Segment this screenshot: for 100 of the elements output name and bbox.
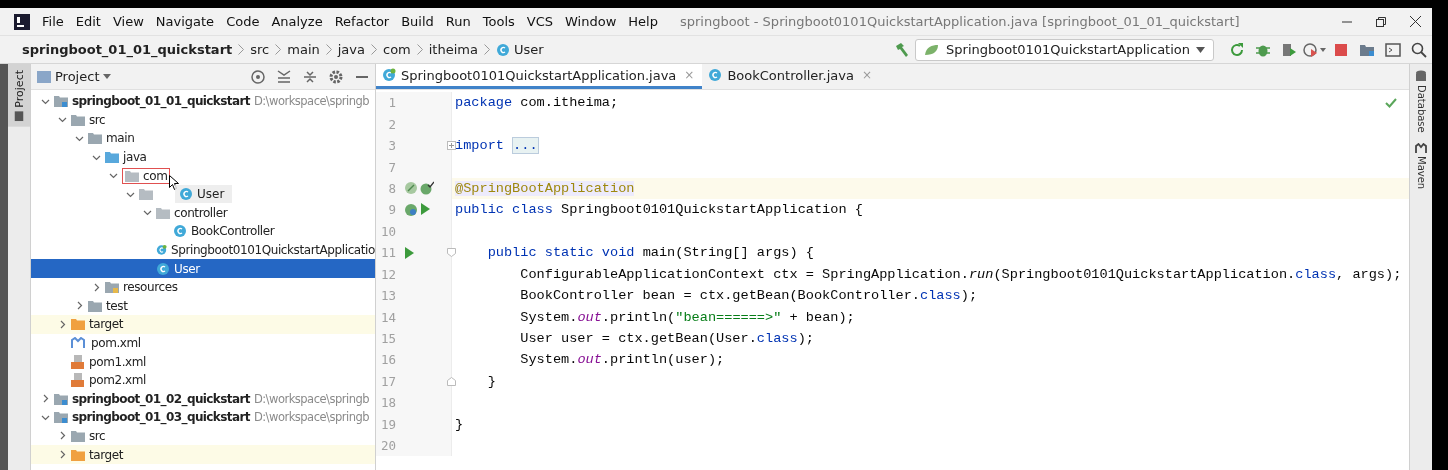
tree-item-label[interactable]: main [106,131,135,146]
menu-item[interactable]: File [36,14,70,29]
line-number: 19 [379,416,396,432]
line-number: 8 [387,180,396,196]
code-line: } [486,373,496,389]
tree-row[interactable]: pom2.xml [31,370,375,390]
menu-item[interactable]: Tools [476,14,521,29]
line-number: 10 [379,223,396,239]
line-number: 18 [379,395,396,411]
tree-row[interactable]: User [31,184,375,204]
menu-item[interactable]: Build [395,14,440,29]
code-line: System.out.println("bean======>" + bean); [519,309,855,325]
tree-row[interactable]: BookController [31,222,375,241]
tree-row[interactable]: springboot_01_03_quickstart D:\workspace\springb [31,408,375,427]
menu-item[interactable]: Window [559,14,623,29]
tree-item-label[interactable]: springboot_01_02_quickstart [72,391,250,406]
breadcrumb[interactable]: java [337,42,365,57]
tree-item-label[interactable]: com [143,168,168,183]
tree-item-label[interactable]: target [89,317,124,332]
tree-row[interactable]: controller [31,203,375,223]
tree-row[interactable]: target [31,445,375,464]
tree-item-label[interactable]: src [89,429,106,443]
menu-item[interactable]: Analyze [265,14,329,29]
drag-preview-label: User [197,186,225,201]
tree-item-label[interactable]: pom2.xml [89,373,147,388]
run-configuration-dropdown[interactable]: Springboot0101QuickstartApplication [915,38,1214,61]
tree-item-label[interactable]: target [89,447,124,462]
tree-item-label[interactable]: test [106,298,128,313]
menu-item[interactable]: Code [220,14,266,29]
menu-item[interactable]: Edit [69,14,107,29]
tree-item-label[interactable]: src [89,112,106,127]
tree-item-label[interactable]: User [174,261,200,276]
breadcrumb[interactable]: springboot_01_01_quickstart [22,42,233,57]
tree-row[interactable]: src [31,426,375,446]
tree-row[interactable]: pom1.xml [31,352,375,371]
line-number: 2 [387,116,396,132]
tree-row[interactable]: springboot_01_01_quickstart D:\workspace\springb [31,92,375,111]
tree-row[interactable]: pom.xml [31,333,375,353]
editor-tab[interactable]: BookController.java × [702,64,880,89]
line-number: 13 [379,288,396,304]
breadcrumb[interactable]: main [287,42,320,57]
tree-row[interactable]: target [31,315,375,334]
menu-item[interactable]: Navigate [149,14,221,29]
module-path: D:\workspace\springb [253,410,370,425]
side-tool-tab[interactable]: Maven [1415,142,1427,189]
breadcrumb[interactable]: com [383,42,411,57]
line-number: 3 [387,138,396,154]
tree-row[interactable]: main [31,129,375,148]
line-number: 16 [379,352,396,368]
selected-tree-row[interactable]: User [31,259,375,278]
menu-item[interactable]: Run [439,14,477,29]
code-line: import ... [455,138,539,154]
tree-item-label[interactable]: java [123,150,147,165]
line-number: 20 [379,438,396,454]
tree-item-label[interactable]: pom1.xml [89,354,147,369]
tree-item-label[interactable]: springboot_01_01_quickstart [72,94,250,109]
tree-row[interactable]: src [31,110,375,130]
breadcrumb[interactable]: src [250,42,270,57]
code-line: public static void main(String[] args) { [486,245,814,261]
code-line: BookController bean = ctx.getBean(BookController.class); [519,288,978,304]
editor-tab[interactable]: Springboot0101QuickstartApplication.java × [376,64,703,89]
code-line: } [455,416,464,432]
code-line: package com.itheima; [455,95,619,111]
menu-item[interactable]: Help [622,14,664,29]
code-line: User user = ctx.getBean(User.class); [519,331,814,347]
tree-row[interactable]: com [31,166,375,185]
tree-row[interactable]: resources [31,277,375,297]
line-number: 14 [379,309,396,325]
line-number: 15 [379,331,396,347]
code-line: ConfigurableApplicationContext ctx = SpringApplication.run(Springboot0101QuickstartApplication.class, args); [519,266,1402,282]
breadcrumb[interactable]: itheima [428,42,478,57]
line-number: 1 [387,95,396,111]
project-tool-tab[interactable]: Project [8,64,30,127]
side-tool-tab[interactable]: Database [1415,70,1427,133]
tree-item-label[interactable]: BookController [191,224,275,239]
tree-item-label[interactable]: Springboot0101QuickstartApplicatio [171,243,375,258]
line-number: 9 [387,202,396,218]
module-path: D:\workspace\springb [253,94,370,109]
project-view-dropdown[interactable]: Project [37,69,112,84]
tree-row[interactable]: springboot_01_02_quickstart D:\workspace\springb [31,389,375,409]
window-title: springboot - Springboot0101QuickstartApplication.java [springboot_01_01_quickstart] [679,14,1241,29]
code-line: public class Springboot0101QuickstartApplication { [455,202,863,218]
line-number: 7 [387,159,396,175]
menu-item[interactable]: Refactor [328,14,396,29]
tree-item-label[interactable]: controller [174,205,228,220]
tree-row[interactable]: test [31,296,375,316]
tree-row[interactable]: java [31,147,375,167]
tree-item-label[interactable]: resources [123,280,178,295]
tree-item-label[interactable]: pom.xml [91,336,141,350]
line-number: 11 [379,245,396,261]
breadcrumb[interactable]: User [495,42,544,57]
module-path: D:\workspace\springb [253,391,370,406]
line-number: 17 [379,373,396,389]
tree-row[interactable]: Springboot0101QuickstartApplicatio [31,240,375,260]
tab-label: BookController.java [727,67,854,83]
tree-item-label[interactable]: springboot_01_03_quickstart [72,410,250,425]
line-number: 12 [379,266,396,282]
menu-item[interactable]: View [106,14,150,29]
code-line: System.out.println(user); [519,352,725,368]
menu-item[interactable]: VCS [520,14,560,29]
